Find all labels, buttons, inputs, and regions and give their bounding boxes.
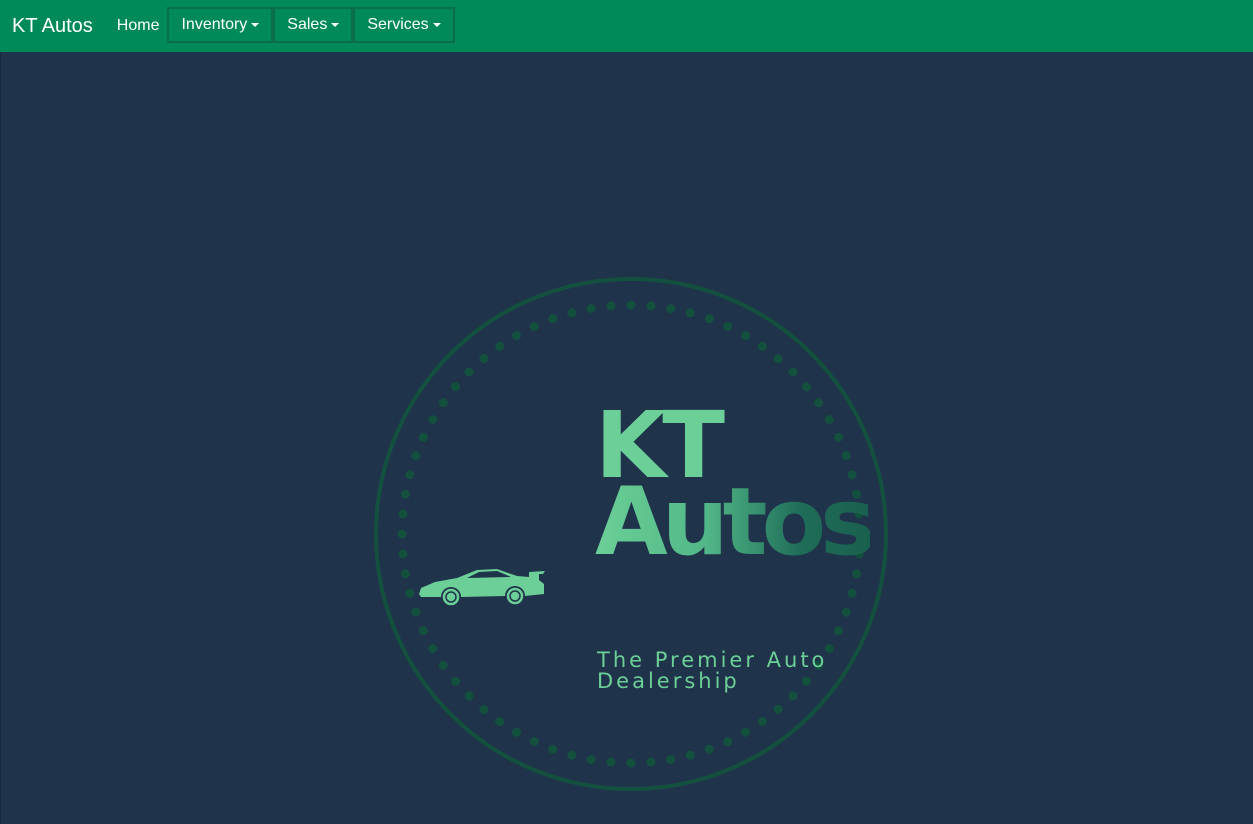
brand-link[interactable]: KT Autos	[12, 15, 93, 38]
logo-ring-dot	[626, 300, 636, 310]
logo-ring-dot	[548, 744, 558, 754]
logo-ring-dot	[418, 432, 428, 442]
nav-inventory-dropdown[interactable]: Inventory	[167, 7, 274, 43]
logo-ring-dot	[400, 489, 410, 499]
logo-ring-dot	[586, 755, 596, 765]
logo-ring-dot	[400, 569, 410, 579]
main-content: KT Autos The Premier Auto Dealership	[0, 52, 1253, 824]
logo-ring-dot	[757, 341, 767, 351]
logo-ring-dot	[548, 314, 558, 324]
logo-ring-dot	[411, 607, 421, 617]
logo-ring-dot	[606, 301, 616, 311]
kt-autos-logo: KT Autos The Premier Auto Dealership	[373, 276, 889, 792]
logo-ring-dot	[567, 750, 577, 760]
logo-ring-dot	[479, 704, 489, 714]
nav-sales-dropdown[interactable]: Sales	[273, 7, 354, 43]
logo-ring-dot	[741, 331, 750, 341]
logo-ring-dot	[646, 757, 656, 767]
logo-ring-dot	[567, 308, 577, 318]
logo-ring-dot	[428, 644, 438, 653]
logo-ring-dot	[788, 367, 798, 377]
logo-ring-dot	[773, 354, 783, 364]
nav-home-link[interactable]: Home	[117, 17, 160, 35]
logo-ring-dot	[685, 308, 695, 318]
logo-ring-dot	[773, 704, 783, 714]
logo-ring-dot	[824, 415, 834, 424]
logo-ring-dot	[411, 451, 421, 461]
logo-ring-dot	[606, 757, 616, 767]
logo-ring-dot	[626, 758, 636, 768]
nav-services-dropdown[interactable]: Services	[353, 7, 455, 43]
logo-ring-dot	[757, 717, 767, 727]
logo-title-autos: Autos	[595, 468, 876, 577]
logo-ring-dot	[438, 660, 448, 670]
nav-inventory-label: Inventory	[181, 16, 248, 33]
logo-ring-dot	[529, 321, 539, 331]
logo-ring-dot	[666, 755, 676, 765]
logo-ring-dot	[418, 626, 428, 636]
logo-ring-dot	[704, 314, 714, 324]
logo-ring-dot	[841, 607, 851, 617]
logo-ring-dot	[479, 354, 489, 364]
logo-ring-dot	[529, 737, 539, 747]
logo-ring-dot	[451, 382, 461, 392]
logo-ring-dot	[723, 737, 733, 747]
caret-down-icon	[432, 23, 441, 27]
logo-ring-dot	[646, 301, 656, 311]
logo-ring-dot	[495, 341, 505, 351]
logo-ring-dot	[847, 588, 857, 598]
logo-ring-dot	[841, 451, 851, 461]
logo-ring-dot	[666, 303, 676, 313]
navbar: KT Autos Home Inventory Sales Services	[0, 0, 1253, 52]
logo-ring-dot	[495, 717, 505, 727]
logo-ring-dot	[834, 432, 844, 442]
logo-ring-dot	[464, 367, 474, 377]
logo-ring-dot	[512, 727, 521, 737]
logo-ring-dot	[512, 331, 521, 341]
logo-ring-dot	[405, 470, 415, 480]
logo-ring-dot	[723, 321, 733, 331]
logo-ring-dot	[834, 626, 844, 636]
nav-services-label: Services	[367, 16, 429, 33]
logo-tagline: The Premier Auto Dealership	[597, 648, 828, 693]
logo-ring-dot	[704, 744, 714, 754]
logo-ring-dot	[685, 750, 695, 760]
logo-ring-dot	[398, 509, 408, 519]
logo-ring-dot	[814, 398, 824, 408]
logo-ring-dot	[451, 676, 461, 686]
nav-sales-label: Sales	[287, 16, 328, 33]
logo-ring-dot	[586, 303, 596, 313]
logo-ring-dot	[788, 691, 798, 701]
logo-ring-dot	[405, 588, 415, 598]
caret-down-icon	[251, 23, 260, 27]
logo-ring-dot	[398, 549, 408, 559]
logo-ring-dot	[397, 529, 407, 539]
logo-ring-dot	[801, 382, 811, 392]
logo-ring-dot	[438, 398, 448, 408]
sports-car-icon	[417, 566, 547, 606]
caret-down-icon	[331, 23, 340, 27]
logo-ring-dot	[741, 727, 750, 737]
logo-ring-dot	[464, 691, 474, 701]
logo-ring-dot	[428, 415, 438, 424]
